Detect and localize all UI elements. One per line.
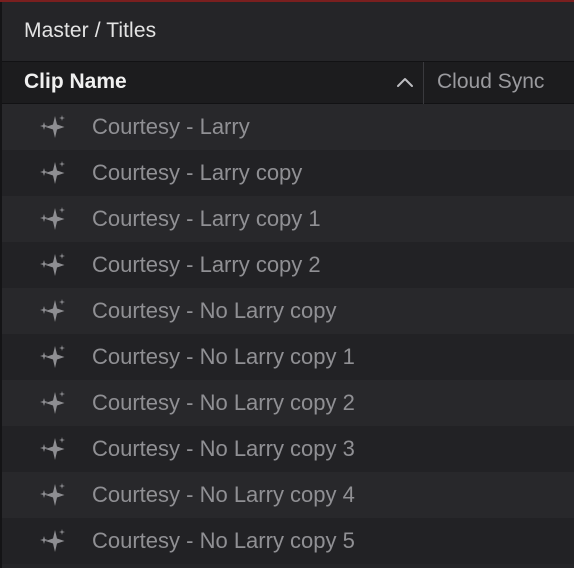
- column-header-cloud-sync[interactable]: Cloud Sync: [437, 70, 544, 94]
- clip-name: Courtesy - No Larry copy 4: [92, 482, 355, 507]
- clip-row[interactable]: Courtesy - Larry copy 2: [2, 242, 574, 288]
- title-sparkle-icon: [38, 528, 66, 554]
- clip-row[interactable]: Courtesy - Larry copy 1: [2, 196, 574, 242]
- media-pool-panel: Master / Titles Clip Name Cloud Sync Cou…: [0, 0, 574, 568]
- title-sparkle-icon: [38, 160, 66, 186]
- clip-name: Courtesy - No Larry copy 1: [92, 344, 355, 369]
- clip-name: Courtesy - Larry copy 1: [92, 206, 321, 231]
- breadcrumb-bar: Master / Titles: [2, 2, 574, 62]
- title-sparkle-icon: [38, 344, 66, 370]
- title-sparkle-icon: [38, 436, 66, 462]
- clip-row[interactable]: Courtesy - No Larry copy 5: [2, 518, 574, 564]
- title-sparkle-icon: [38, 114, 66, 140]
- title-sparkle-icon: [38, 390, 66, 416]
- clip-name: Courtesy - Larry copy 2: [92, 252, 321, 277]
- clip-row[interactable]: Courtesy - Larry: [2, 104, 574, 150]
- title-sparkle-icon: [38, 252, 66, 278]
- title-sparkle-icon: [38, 482, 66, 508]
- clip-list: Courtesy - Larry Courtesy - Larry copy C…: [2, 104, 574, 564]
- clip-row[interactable]: Courtesy - No Larry copy 4: [2, 472, 574, 518]
- clip-row[interactable]: Courtesy - No Larry copy: [2, 288, 574, 334]
- clip-row[interactable]: Courtesy - Larry copy: [2, 150, 574, 196]
- column-resize-handle[interactable]: [423, 62, 424, 104]
- clip-name: Courtesy - No Larry copy 3: [92, 436, 355, 461]
- column-header-clip-name[interactable]: Clip Name: [24, 70, 127, 94]
- clip-row[interactable]: Courtesy - No Larry copy 2: [2, 380, 574, 426]
- breadcrumb[interactable]: Master / Titles: [24, 19, 156, 43]
- clip-name: Courtesy - No Larry copy: [92, 298, 337, 323]
- clip-row[interactable]: Courtesy - No Larry copy 3: [2, 426, 574, 472]
- clip-name: Courtesy - Larry copy: [92, 160, 303, 185]
- title-sparkle-icon: [38, 298, 66, 324]
- clip-name: Courtesy - No Larry copy 5: [92, 528, 355, 553]
- chevron-up-icon[interactable]: [395, 74, 415, 90]
- title-sparkle-icon: [38, 206, 66, 232]
- clip-name: Courtesy - Larry: [92, 114, 250, 139]
- column-header-row: Clip Name Cloud Sync: [2, 62, 574, 104]
- clip-row[interactable]: Courtesy - No Larry copy 1: [2, 334, 574, 380]
- clip-name: Courtesy - No Larry copy 2: [92, 390, 355, 415]
